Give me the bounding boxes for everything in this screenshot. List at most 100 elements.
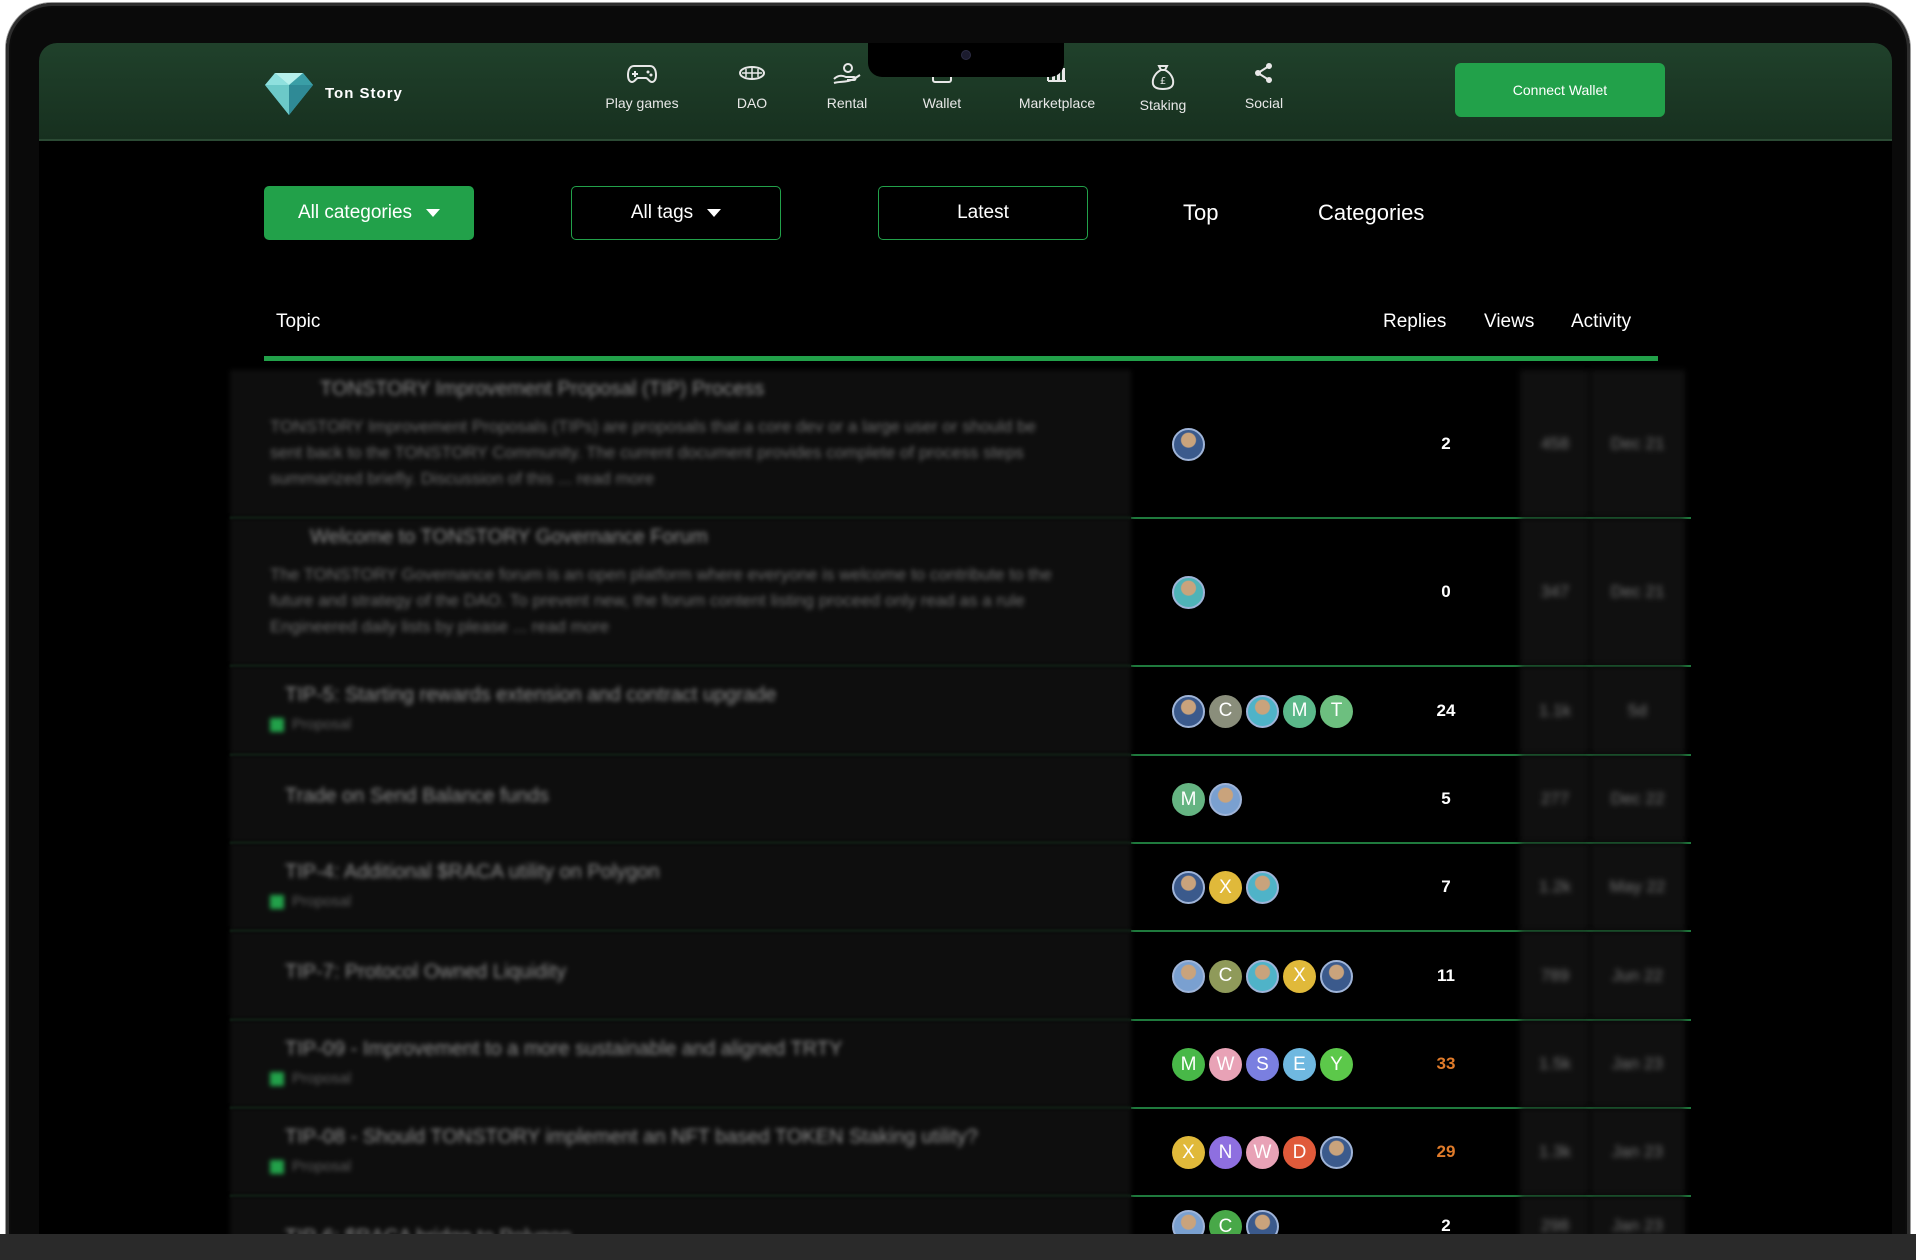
tags-dropdown[interactable]: All tags bbox=[571, 186, 781, 240]
view-count: 1.1k bbox=[1520, 666, 1590, 755]
tags-dropdown-label: All tags bbox=[630, 202, 694, 223]
user-avatar-icon[interactable] bbox=[1246, 694, 1279, 728]
topic-title[interactable]: TIP-7: Protocol Owned Liquidity bbox=[285, 961, 566, 984]
column-header-replies[interactable]: Replies bbox=[1383, 311, 1446, 333]
topic-title[interactable]: TIP-09 - Improvement to a more sustainab… bbox=[285, 1038, 842, 1061]
avatar[interactable]: X bbox=[1172, 1136, 1205, 1169]
avatar[interactable]: M bbox=[1283, 694, 1316, 728]
user-avatar-icon[interactable] bbox=[1246, 871, 1279, 904]
table-row[interactable]: Welcome to TONSTORY Governance Forum The … bbox=[39, 518, 1892, 666]
topic-cell[interactable]: TIP-09 - Improvement to a more sustainab… bbox=[230, 1020, 1131, 1108]
column-header-views[interactable]: Views bbox=[1484, 311, 1534, 333]
table-row[interactable]: TIP-5: Starting rewards extension and co… bbox=[39, 666, 1892, 755]
topic-category-badge[interactable]: Proposal bbox=[270, 1070, 351, 1087]
poster-avatars: XNWD bbox=[1172, 1136, 1353, 1169]
topic-title[interactable]: Welcome to TONSTORY Governance Forum bbox=[310, 526, 708, 549]
table-row[interactable]: TIP-4: Additional $RACA utility on Polyg… bbox=[39, 843, 1892, 931]
user-avatar-icon[interactable] bbox=[1172, 871, 1205, 904]
avatar[interactable]: X bbox=[1209, 871, 1242, 904]
activity-date[interactable]: Jan 23 bbox=[1590, 1020, 1685, 1108]
avatar[interactable]: M bbox=[1172, 783, 1205, 816]
topic-title[interactable]: TIP-5: Starting rewards extension and co… bbox=[285, 684, 776, 707]
nav-staking[interactable]: £ Staking bbox=[1108, 63, 1218, 113]
avatar[interactable]: Y bbox=[1320, 1048, 1353, 1081]
topic-cell[interactable]: TIP-6: $RACA bridge to Polygon bbox=[230, 1196, 1131, 1238]
topic-cell[interactable]: TONSTORY Improvement Proposal (TIP) Proc… bbox=[230, 370, 1131, 518]
table-row[interactable]: TONSTORY Improvement Proposal (TIP) Proc… bbox=[39, 370, 1892, 518]
topic-cell[interactable]: Trade on Send Balance funds bbox=[230, 755, 1131, 843]
user-avatar-icon[interactable] bbox=[1172, 576, 1205, 609]
topic-excerpt: summarized briefly. Discussion of this .… bbox=[270, 469, 655, 488]
avatar[interactable]: S bbox=[1246, 1048, 1279, 1081]
view-count: 347 bbox=[1520, 518, 1590, 666]
activity-date[interactable]: Jan 23 bbox=[1590, 1108, 1685, 1196]
nav-social[interactable]: Social bbox=[1209, 61, 1319, 111]
user-avatar-icon[interactable] bbox=[1172, 428, 1205, 461]
avatar[interactable]: N bbox=[1209, 1136, 1242, 1169]
categories-dropdown[interactable]: All categories bbox=[264, 186, 474, 240]
topic-category-label: Proposal bbox=[292, 893, 352, 910]
topic-title[interactable]: TONSTORY Improvement Proposal (TIP) Proc… bbox=[320, 378, 764, 401]
column-header-activity[interactable]: Activity bbox=[1571, 311, 1631, 333]
topic-title[interactable]: Trade on Send Balance funds bbox=[285, 785, 549, 808]
topic-title[interactable]: TIP-4: Additional $RACA utility on Polyg… bbox=[285, 861, 660, 884]
poster-avatars: CX bbox=[1172, 959, 1353, 993]
activity-date[interactable]: Dec 22 bbox=[1590, 755, 1685, 843]
avatar[interactable]: C bbox=[1209, 694, 1242, 728]
activity-date[interactable]: 5d bbox=[1590, 666, 1685, 755]
table-row[interactable]: TIP-08 - Should TONSTORY implement an NF… bbox=[39, 1108, 1892, 1196]
poster-avatars: MWSEY bbox=[1172, 1048, 1353, 1081]
user-avatar-icon[interactable] bbox=[1209, 783, 1242, 816]
reply-count: 24 bbox=[1436, 700, 1456, 720]
activity-date[interactable]: May 22 bbox=[1590, 843, 1685, 931]
topic-excerpt: future and strategy of the DAO. To preve… bbox=[270, 591, 1025, 610]
table-row[interactable]: TIP-6: $RACA bridge to Polygon C 2 298 Jan 2… bbox=[39, 1196, 1892, 1238]
avatar[interactable]: X bbox=[1283, 959, 1316, 993]
activity-date[interactable]: Dec 21 bbox=[1590, 518, 1685, 666]
nav-label: Marketplace bbox=[1018, 95, 1096, 111]
category-color-swatch bbox=[270, 894, 284, 909]
connect-wallet-button[interactable]: Connect Wallet bbox=[1455, 63, 1665, 117]
nav-label: Rental bbox=[826, 95, 868, 111]
tab-top[interactable]: Top bbox=[1183, 200, 1218, 226]
table-row[interactable]: TIP-09 - Improvement to a more sustainab… bbox=[39, 1020, 1892, 1108]
topic-category-badge[interactable]: Proposal bbox=[270, 893, 351, 910]
nav-label: Wallet bbox=[922, 95, 962, 111]
topic-title[interactable]: TIP-08 - Should TONSTORY implement an NF… bbox=[285, 1126, 978, 1149]
avatar[interactable]: W bbox=[1246, 1136, 1279, 1169]
topic-cell[interactable]: TIP-4: Additional $RACA utility on Polyg… bbox=[230, 843, 1131, 931]
avatar[interactable]: W bbox=[1209, 1048, 1242, 1081]
nav-play-games[interactable]: Play games bbox=[587, 61, 697, 111]
avatar[interactable]: C bbox=[1209, 959, 1242, 993]
activity-date[interactable]: Jan 23 bbox=[1590, 1196, 1685, 1238]
user-avatar-icon[interactable] bbox=[1172, 694, 1205, 728]
activity-date[interactable]: Dec 21 bbox=[1590, 370, 1685, 518]
avatar[interactable]: E bbox=[1283, 1048, 1316, 1081]
nav-dao[interactable]: DAO bbox=[697, 61, 807, 111]
avatar[interactable]: M bbox=[1172, 1048, 1205, 1081]
table-row[interactable]: Trade on Send Balance funds M 5 277 Dec 22 bbox=[39, 755, 1892, 843]
caret-down-icon bbox=[426, 209, 441, 217]
user-avatar-icon[interactable] bbox=[1320, 959, 1353, 993]
tab-categories[interactable]: Categories bbox=[1318, 200, 1424, 226]
avatar[interactable]: D bbox=[1283, 1136, 1316, 1169]
gamepad-icon bbox=[587, 61, 697, 87]
activity-date[interactable]: Jun 22 bbox=[1590, 931, 1685, 1020]
topic-cell[interactable]: TIP-08 - Should TONSTORY implement an NF… bbox=[230, 1108, 1131, 1196]
svg-text:£: £ bbox=[1160, 76, 1166, 87]
topic-category-badge[interactable]: Proposal bbox=[270, 716, 351, 733]
table-row[interactable]: TIP-7: Protocol Owned Liquidity C X 11 789 Ju… bbox=[39, 931, 1892, 1020]
user-avatar-icon[interactable] bbox=[1320, 1136, 1353, 1169]
column-header-topic[interactable]: Topic bbox=[276, 311, 320, 333]
brand-logo[interactable]: Ton Story bbox=[263, 69, 403, 117]
user-avatar-icon[interactable] bbox=[1172, 959, 1205, 993]
topic-cell[interactable]: TIP-5: Starting rewards extension and co… bbox=[230, 666, 1131, 755]
tab-latest-label: Latest bbox=[957, 202, 1009, 223]
topic-cell[interactable]: Welcome to TONSTORY Governance Forum The … bbox=[230, 518, 1131, 666]
topic-cell[interactable]: TIP-7: Protocol Owned Liquidity bbox=[230, 931, 1131, 1020]
user-avatar-icon[interactable] bbox=[1246, 959, 1279, 993]
poster-avatars: M bbox=[1172, 783, 1242, 816]
topic-category-badge[interactable]: Proposal bbox=[270, 1158, 351, 1175]
tab-latest[interactable]: Latest bbox=[878, 186, 1088, 240]
avatar[interactable]: T bbox=[1320, 694, 1353, 728]
